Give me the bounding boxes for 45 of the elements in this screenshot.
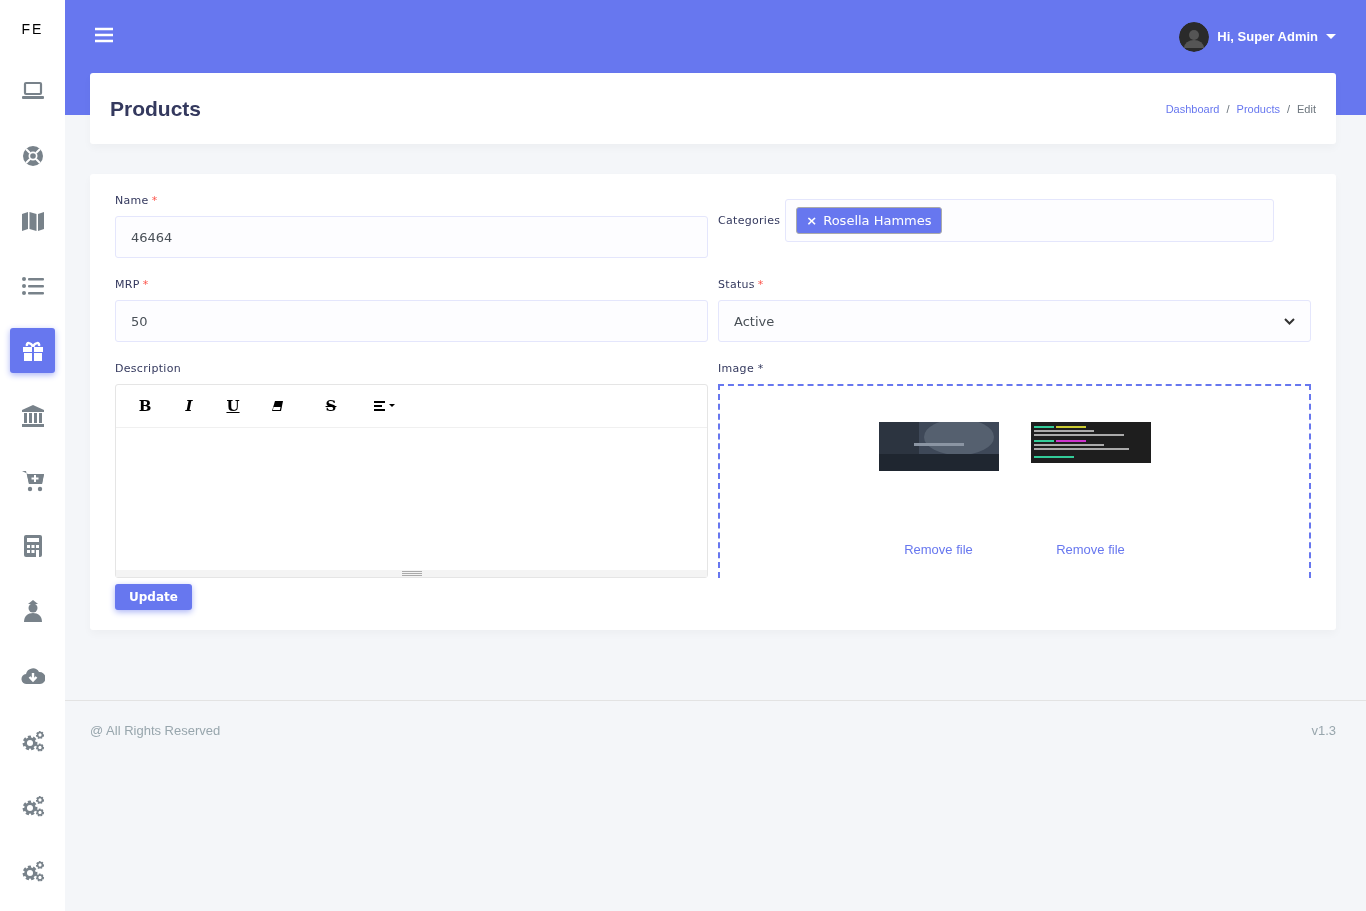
version-text: v1.3 [1311,723,1336,738]
underline-button[interactable]: U [214,397,252,415]
required-mark: * [142,278,149,291]
copyright-text: @ All Rights Reserved [90,723,221,738]
italic-button[interactable]: I [170,397,208,415]
logo: FE [21,20,44,39]
category-tag[interactable]: × Rosella Hammes [796,206,942,234]
cart-plus-icon [20,468,45,493]
update-button[interactable]: Update [115,584,192,610]
user-menu[interactable]: Hi, Super Admin [1217,29,1318,44]
field-label: Description [115,362,182,375]
remove-file-link[interactable]: Remove file [904,542,973,557]
breadcrumb-link[interactable]: Dashboard [1165,102,1220,115]
mrp-field[interactable]: 50 [115,300,708,342]
description-editor[interactable]: B I U S [115,384,708,578]
field-label: Categories [718,213,781,227]
eraser-icon [271,401,283,411]
breadcrumb-link[interactable]: Products [1236,102,1280,115]
required-mark: * [151,194,158,207]
categories-field[interactable]: × Rosella Hammes [785,198,1275,242]
chevron-down-icon [1284,317,1295,325]
status-select[interactable]: Active [718,300,1311,342]
gears-icon [20,728,45,753]
caret-icon[interactable] [1326,33,1336,40]
bank-icon [20,403,45,428]
bold-button[interactable]: B [126,397,164,415]
required-mark: * [757,278,764,291]
breadcrumb-separator: / [1286,102,1291,115]
gears-icon [20,793,45,818]
gears-icon [20,858,45,883]
field-label: Name [115,194,149,207]
strikethrough-button[interactable]: S [312,397,350,415]
avatar[interactable] [1179,21,1210,52]
page-title: Products [110,96,201,121]
remove-file-link[interactable]: Remove file [1056,542,1125,557]
breadcrumb-current: Edit [1297,102,1316,115]
image-dropzone[interactable]: Remove file Remove file [718,384,1311,578]
sidebar-item[interactable] [10,328,55,373]
field-label: Image * [718,362,765,375]
life-ring-icon [20,143,45,168]
breadcrumb-separator: / [1226,102,1230,115]
name-field[interactable]: 46464 [115,216,708,258]
field-label: MRP [115,278,140,291]
resize-handle-icon[interactable] [401,571,422,576]
field-label: Status [718,278,755,291]
